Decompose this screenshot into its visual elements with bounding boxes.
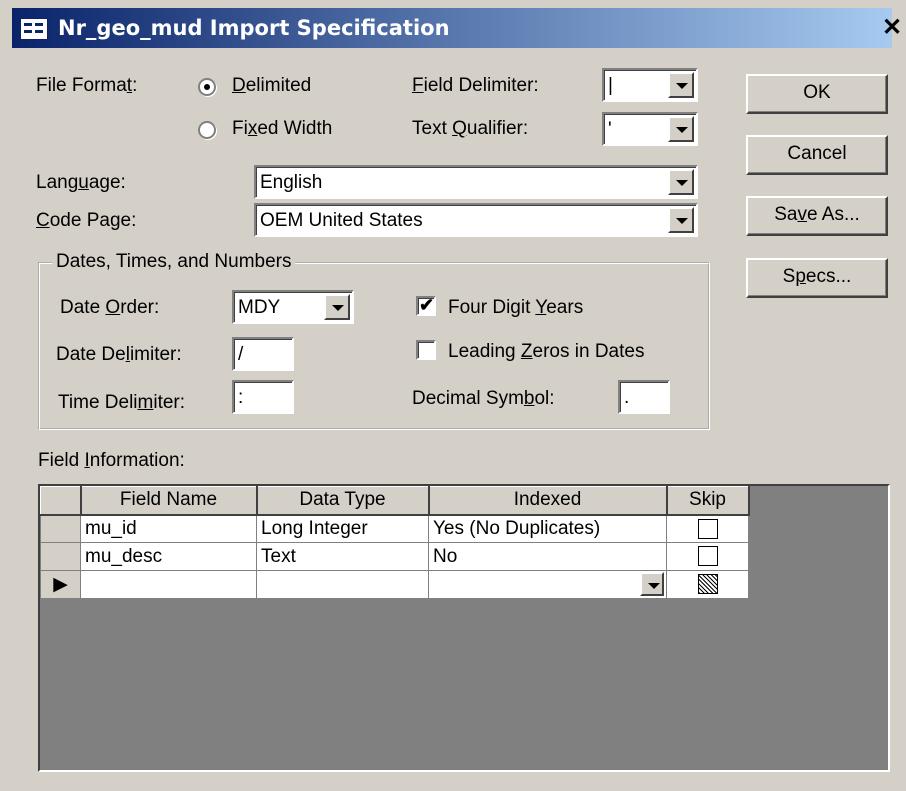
group-title: Dates, Times, and Numbers [52, 251, 296, 273]
indexed-cell[interactable]: Yes (No Duplicates) [428, 514, 667, 543]
data-type-cell[interactable]: Text [256, 542, 429, 571]
language-value: English [260, 172, 323, 193]
window-title: Nr_geo_mud Import Specification [58, 16, 450, 40]
skip-checkbox[interactable] [697, 518, 718, 539]
decimal-symbol-field[interactable]: . [618, 380, 670, 414]
decimal-symbol-value: . [624, 387, 630, 408]
field-delimiter-combo[interactable]: | [602, 68, 698, 102]
column-header[interactable]: Field Name [80, 486, 258, 516]
cancel-button[interactable]: Cancel [746, 135, 888, 175]
table-header-row: Field Name Data Type Indexed Skip [40, 486, 750, 516]
radio-fixed-width[interactable] [198, 121, 216, 139]
field-name-cell[interactable]: mu_desc [80, 542, 257, 571]
column-header[interactable]: Data Type [256, 486, 430, 516]
skip-cell[interactable] [666, 514, 749, 543]
field-info-grid[interactable]: Field Name Data Type Indexed Skip mu_id … [38, 484, 890, 772]
chevron-down-icon[interactable] [668, 116, 694, 142]
data-type-cell[interactable]: Long Integer [256, 514, 429, 543]
row-selector-header[interactable] [40, 486, 82, 516]
radio-fixed-width-label[interactable]: Fixed Width [232, 118, 332, 140]
app-icon [20, 18, 48, 40]
field-info-table: Field Name Data Type Indexed Skip mu_id … [40, 486, 750, 599]
chevron-down-icon[interactable] [668, 72, 694, 98]
four-digit-years-label[interactable]: Four Digit Years [448, 297, 583, 319]
data-type-cell[interactable] [256, 570, 429, 599]
code-page-label: Code Page: [36, 210, 137, 231]
indexed-cell[interactable] [428, 570, 667, 599]
chevron-down-icon[interactable] [324, 294, 350, 320]
field-delimiter-label: Field Delimiter: [412, 75, 539, 96]
field-information-label: Field Information: [38, 450, 185, 471]
date-delimiter-value: / [238, 344, 244, 365]
radio-delimited-label[interactable]: Delimited [232, 75, 311, 97]
time-delimiter-field[interactable]: : [232, 380, 294, 414]
column-header[interactable]: Indexed [428, 486, 668, 516]
text-qualifier-value: ' [608, 119, 612, 140]
field-name-cell[interactable]: mu_id [80, 514, 257, 543]
leading-zeros-label[interactable]: Leading Zeros in Dates [448, 341, 644, 363]
leading-zeros-checkbox[interactable] [416, 340, 436, 360]
save-as-button[interactable]: Save As... [746, 196, 888, 236]
new-record-row[interactable]: ▶ [40, 570, 749, 599]
language-combo[interactable]: English [254, 165, 698, 199]
date-delimiter-field[interactable]: / [232, 337, 294, 371]
field-name-cell[interactable] [80, 570, 257, 599]
row-selector[interactable] [40, 542, 81, 571]
decimal-symbol-label: Decimal Symbol: [412, 388, 555, 409]
skip-checkbox[interactable] [697, 574, 718, 595]
radio-delimited[interactable] [198, 78, 216, 96]
time-delimiter-label: Time Delimiter: [58, 392, 186, 413]
skip-cell[interactable] [666, 542, 749, 571]
date-order-combo[interactable]: MDY [232, 290, 354, 324]
chevron-down-icon[interactable] [668, 207, 694, 233]
file-format-label: File Format: [36, 75, 138, 96]
current-row-icon[interactable]: ▶ [40, 570, 81, 599]
time-delimiter-value: : [238, 387, 244, 408]
date-order-value: MDY [238, 297, 281, 318]
skip-cell[interactable] [666, 570, 749, 599]
ok-button[interactable]: OK [746, 74, 888, 114]
table-row[interactable]: mu_desc Text No [40, 542, 749, 571]
text-qualifier-combo[interactable]: ' [602, 112, 698, 146]
four-digit-years-checkbox[interactable] [416, 295, 436, 316]
date-delimiter-label: Date Delimiter: [56, 344, 182, 365]
language-label: Language: [36, 172, 126, 193]
date-order-label: Date Order: [60, 297, 160, 318]
column-header[interactable]: Skip [666, 486, 750, 516]
text-qualifier-label: Text Qualifier: [412, 118, 529, 139]
indexed-cell[interactable]: No [428, 542, 667, 571]
skip-checkbox[interactable] [697, 546, 718, 567]
row-selector[interactable] [40, 514, 81, 543]
code-page-combo[interactable]: OEM United States [254, 203, 698, 237]
code-page-value: OEM United States [260, 210, 423, 231]
title-bar[interactable]: Nr_geo_mud Import Specification ✕ [12, 8, 906, 48]
close-icon[interactable]: ✕ [878, 14, 906, 42]
table-row[interactable]: mu_id Long Integer Yes (No Duplicates) [40, 514, 749, 543]
chevron-down-icon[interactable] [668, 169, 694, 195]
specs-button[interactable]: Specs... [746, 258, 888, 298]
field-delimiter-value: | [608, 75, 613, 96]
chevron-down-icon[interactable] [640, 572, 664, 596]
